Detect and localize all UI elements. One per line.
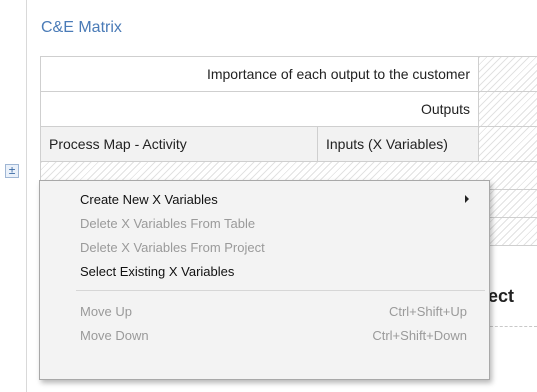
menu-item-label: Create New X Variables	[80, 191, 218, 207]
page: C&E Matrix Importance of each output to …	[0, 0, 537, 392]
importance-weight-cell[interactable]	[479, 57, 537, 92]
context-menu: Create New X Variables Delete X Variable…	[39, 180, 490, 380]
menu-item-move-down[interactable]: Move Down Ctrl+Shift+Down	[42, 323, 487, 347]
menu-item-delete-x-variables-from-project[interactable]: Delete X Variables From Project	[42, 235, 487, 259]
left-divider	[26, 0, 27, 392]
importance-row-label: Importance of each output to the custome…	[41, 57, 479, 92]
menu-item-label: Move Up	[80, 303, 133, 319]
outputs-cell[interactable]	[479, 92, 537, 127]
menu-item-label: Move Down	[80, 327, 149, 343]
menu-item-create-new-x-variables[interactable]: Create New X Variables	[42, 187, 487, 211]
menu-item-label: Delete X Variables From Project	[80, 239, 265, 255]
menu-item-delete-x-variables-from-table[interactable]: Delete X Variables From Table	[42, 211, 487, 235]
submenu-arrow-icon	[465, 195, 469, 203]
dashed-divider	[490, 326, 537, 327]
section-title: C&E Matrix	[41, 19, 122, 36]
column-header-process-map: Process Map - Activity	[41, 127, 318, 162]
menu-item-shortcut: Ctrl+Shift+Down	[372, 327, 467, 343]
menu-item-move-up[interactable]: Move Up Ctrl+Shift+Up	[42, 299, 487, 323]
column-header-inputs: Inputs (X Variables)	[318, 127, 479, 162]
menu-item-label: Select Existing X Variables	[80, 263, 235, 279]
partial-heading-text: ect	[488, 286, 515, 306]
expand-collapse-button[interactable]: ±	[5, 164, 19, 178]
menu-item-label: Delete X Variables From Table	[80, 215, 256, 231]
menu-item-select-existing-x-variables[interactable]: Select Existing X Variables	[42, 259, 487, 283]
menu-separator	[76, 290, 485, 291]
outputs-row-label: Outputs	[41, 92, 479, 127]
menu-item-shortcut: Ctrl+Shift+Up	[388, 303, 467, 319]
header-output-cell	[479, 127, 537, 162]
